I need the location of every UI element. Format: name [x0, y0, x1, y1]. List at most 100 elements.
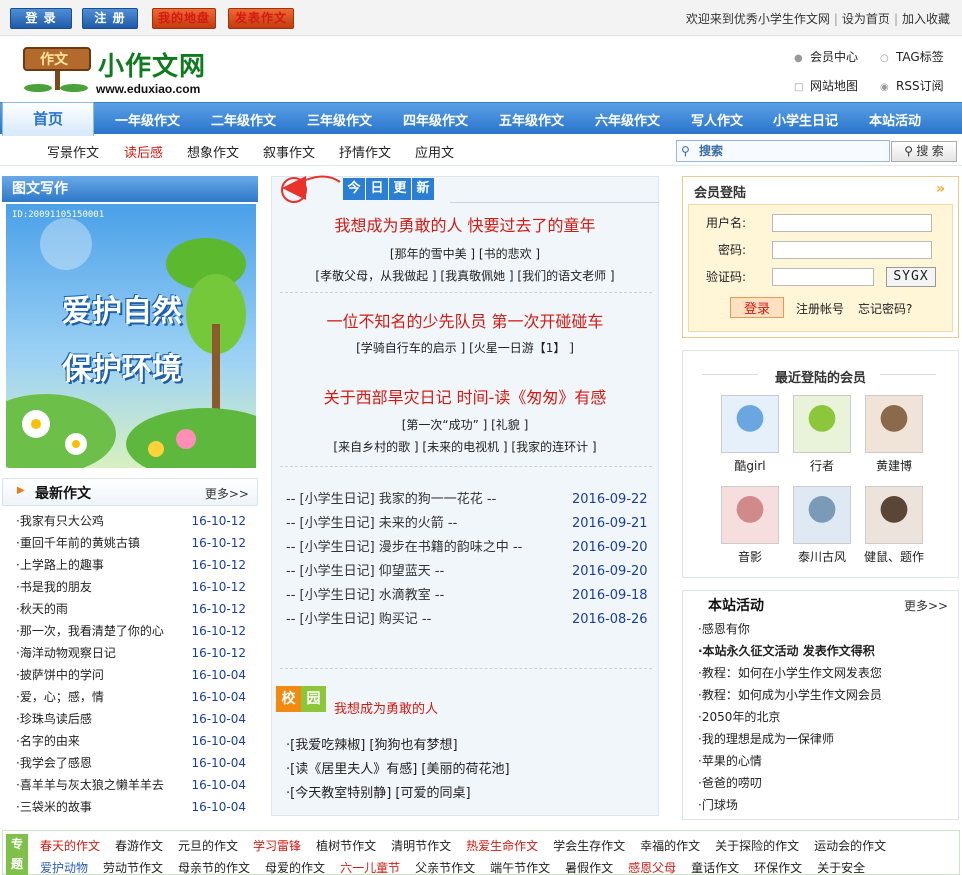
nav-grade-1[interactable]: 一年级作文 — [115, 110, 180, 129]
essay-title[interactable]: ·秋天的雨 — [16, 602, 68, 616]
latest-essays-more-link[interactable]: 更多>> — [205, 485, 249, 502]
essay-list-item[interactable]: ·喜羊羊与灰太狼之懒羊羊去 16-10-04 — [16, 774, 252, 796]
set-home-link[interactable]: 设为首页 — [842, 12, 890, 26]
tag-link[interactable]: ○ TAG标签 — [880, 48, 944, 65]
nav-grade-5[interactable]: 五年级作文 — [499, 110, 564, 129]
member-item[interactable]: 音影 — [718, 486, 782, 565]
topic-link[interactable]: 暑假作文 — [565, 861, 613, 875]
diary-title[interactable]: -- [小学生日记] 漫步在书籍的韵味之中 -- — [286, 540, 522, 555]
member-item[interactable]: 行者 — [790, 395, 854, 474]
essay-list-item[interactable]: ·书是我的朋友 16-10-12 — [16, 576, 252, 598]
forgot-password-link[interactable]: 忘记密码? — [858, 300, 912, 317]
topic-link[interactable]: 清明节作文 — [391, 839, 451, 853]
member-avatar[interactable] — [793, 395, 851, 453]
topic-link[interactable]: 六一儿童节 — [340, 861, 400, 875]
headline-3-links[interactable]: [第一次“成功” ] [礼貌 ] — [272, 416, 658, 433]
my-disk-button[interactable]: 我的地盘 — [152, 8, 216, 29]
topic-link[interactable]: 母爱的作文 — [265, 861, 325, 875]
diary-list-item[interactable]: -- [小学生日记] 漫步在书籍的韵味之中 -- 2016-09-20 — [286, 536, 656, 560]
topic-link[interactable]: 学习雷锋 — [253, 839, 301, 853]
member-avatar[interactable] — [721, 486, 779, 544]
topic-link[interactable]: 端午节作文 — [490, 861, 550, 875]
member-item[interactable]: 酷girl — [718, 395, 782, 474]
password-input[interactable] — [772, 241, 932, 259]
member-avatar[interactable] — [793, 486, 851, 544]
subnav-narrative[interactable]: 叙事作文 — [263, 142, 315, 161]
topic-link[interactable]: 环保作文 — [754, 861, 802, 875]
essay-list-item[interactable]: ·重回千年前的黄姚古镇 16-10-12 — [16, 532, 252, 554]
topic-link[interactable]: 春游作文 — [115, 839, 163, 853]
diary-title[interactable]: -- [小学生日记] 我家的狗一一花花 -- — [286, 492, 496, 507]
member-avatar[interactable] — [721, 395, 779, 453]
headline-2[interactable]: 一位不知名的少先队员 第一次开碰碰车 — [272, 308, 658, 332]
topic-link[interactable]: 植树节作文 — [316, 839, 376, 853]
activity-item[interactable]: ·门球场 — [698, 794, 956, 816]
search-input[interactable]: ⚲ 搜索 — [676, 140, 890, 162]
essay-list-item[interactable]: ·名字的由来 16-10-04 — [16, 730, 252, 752]
diary-list-item[interactable]: -- [小学生日记] 仰望蓝天 -- 2016-09-20 — [286, 560, 656, 584]
subnav-lyric[interactable]: 抒情作文 — [339, 142, 391, 161]
search-button[interactable]: ⚲ 搜 索 — [891, 141, 957, 162]
topic-link[interactable]: 父亲节作文 — [415, 861, 475, 875]
diary-list-item[interactable]: -- [小学生日记] 水滴教室 -- 2016-09-18 — [286, 584, 656, 608]
subnav-practical[interactable]: 应用文 — [415, 142, 454, 161]
member-name[interactable]: 音影 — [718, 548, 782, 565]
member-name[interactable]: 健鼠、题作 — [862, 548, 926, 565]
essay-title[interactable]: ·书是我的朋友 — [16, 580, 92, 594]
headline-3-links[interactable]: [来自乡村的歌 ] [未来的电视机 ] [我家的连环计 ] — [272, 438, 658, 455]
today-update-tab[interactable]: 今 日 更 新 — [343, 178, 434, 202]
member-name[interactable]: 酷girl — [718, 457, 782, 474]
register-button[interactable]: 注 册 — [82, 8, 138, 29]
nav-activity[interactable]: 本站活动 — [869, 110, 921, 129]
register-account-link[interactable]: 注册帐号 — [796, 300, 844, 317]
nav-home[interactable]: 首页 — [2, 102, 94, 136]
add-favorite-link[interactable]: 加入收藏 — [902, 12, 950, 26]
rss-link[interactable]: ◉ RSS订阅 — [880, 77, 944, 94]
headline-1-links[interactable]: [那年的雪中美 ] [书的悲欢 ] — [272, 245, 658, 262]
captcha-input[interactable] — [772, 268, 874, 286]
member-center-link[interactable]: ● 会员中心 — [794, 48, 858, 65]
topic-link[interactable]: 关于安全 — [817, 861, 865, 875]
essay-list-item[interactable]: ·上学路上的趣事 16-10-12 — [16, 554, 252, 576]
nav-grade-6[interactable]: 六年级作文 — [595, 110, 660, 129]
activity-item[interactable]: ·我的理想是成为一保律师 — [698, 728, 956, 750]
campus-title-link[interactable]: 我想成为勇敢的人 — [334, 698, 438, 717]
topic-link[interactable]: 感恩父母 — [628, 861, 676, 875]
essay-list-item[interactable]: ·那一次，我看清楚了你的心 16-10-12 — [16, 620, 252, 642]
member-name[interactable]: 行者 — [790, 457, 854, 474]
essay-title[interactable]: ·那一次，我看清楚了你的心 — [16, 624, 164, 638]
member-name[interactable]: 黄建博 — [862, 457, 926, 474]
topic-link[interactable]: 母亲节的作文 — [178, 861, 250, 875]
essay-list-item[interactable]: ·爱，心；感，情 16-10-04 — [16, 686, 252, 708]
topic-link[interactable]: 幸福的作文 — [640, 839, 700, 853]
essay-title[interactable]: ·海洋动物观察日记 — [16, 646, 116, 660]
essay-title[interactable]: ·三袋米的故事 — [16, 800, 92, 814]
nav-grade-2[interactable]: 二年级作文 — [211, 110, 276, 129]
campus-link-row[interactable]: ·[读《居里夫人》有感] [美丽的荷花池] — [286, 758, 510, 782]
diary-list-item[interactable]: -- [小学生日记] 未来的火箭 -- 2016-09-21 — [286, 512, 656, 536]
essay-title[interactable]: ·我家有只大公鸡 — [16, 514, 104, 528]
diary-title[interactable]: -- [小学生日记] 仰望蓝天 -- — [286, 564, 444, 579]
essay-title[interactable]: ·我学会了感恩 — [16, 756, 92, 770]
member-item[interactable]: 健鼠、题作 — [862, 486, 926, 565]
essay-title[interactable]: ·披萨饼中的学问 — [16, 668, 104, 682]
topic-link[interactable]: 热爱生命作文 — [466, 839, 538, 853]
activity-item[interactable]: ·教程：如何成为小学生作文网会员 — [698, 684, 956, 706]
activity-item[interactable]: ·本站永久征文活动 发表作文得积 — [698, 640, 956, 662]
nav-diary[interactable]: 小学生日记 — [773, 110, 838, 129]
essay-title[interactable]: ·重回千年前的黄姚古镇 — [16, 536, 140, 550]
topic-link[interactable]: 爱护动物 — [40, 861, 88, 875]
essay-list-item[interactable]: ·我家有只大公鸡 16-10-12 — [16, 510, 252, 532]
activity-more-link[interactable]: 更多>> — [904, 597, 948, 614]
headline-1-links[interactable]: [孝敬父母，从我做起 ] [我真敬佩她 ] [我们的语文老师 ] — [272, 267, 658, 284]
nav-grade-4[interactable]: 四年级作文 — [403, 110, 468, 129]
sitemap-link[interactable]: □ 网站地图 — [794, 77, 858, 94]
login-button[interactable]: 登 录 — [10, 8, 72, 29]
subnav-scenery[interactable]: 写景作文 — [47, 142, 99, 161]
captcha-image[interactable]: SYGX — [886, 267, 936, 287]
headline-3[interactable]: 关于西部旱灾日记 时间-读《匆匆》有感 — [272, 384, 658, 408]
diary-list-item[interactable]: -- [小学生日记] 购买记 -- 2016-08-26 — [286, 608, 656, 632]
member-avatar[interactable] — [865, 486, 923, 544]
nav-people[interactable]: 写人作文 — [691, 110, 743, 129]
activity-item[interactable]: ·爸爸的唠叨 — [698, 772, 956, 794]
